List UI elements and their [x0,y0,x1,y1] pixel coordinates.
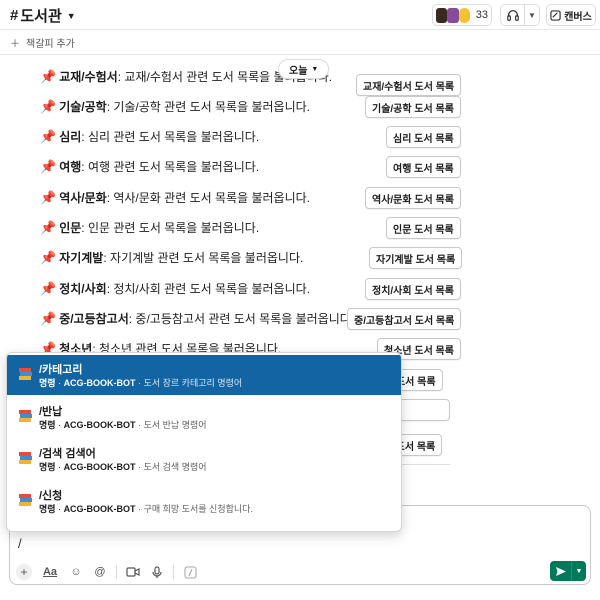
message-text: 📌 정치/사회: 정치/사회 관련 도서 목록을 불러옵니다. [40,280,311,297]
category-list-button[interactable]: 자기계발 도서 목록 [369,247,463,269]
message-row: 📌 인문: 인문 관련 도서 목록을 불러옵니다. 인문 도서 목록 [0,215,600,241]
date-divider-pill[interactable]: 오늘 ▼ [278,59,330,79]
headphones-icon[interactable] [501,5,525,25]
avatar [447,7,459,23]
chevron-down-icon[interactable]: ▼ [572,568,586,575]
pushpin-icon: 📌 [40,68,57,84]
slash-command-popup: /카테고리 명령 · ACG-BOOK-BOT · 도서 장르 카테고리 명령어… [6,352,402,532]
books-icon [19,368,32,380]
message-row: 📌 역사/문화: 역사/문화 관련 도서 목록을 불러옵니다. 역사/문화 도서 … [0,185,600,211]
category-list-button[interactable]: 정치/사회 도서 목록 [365,278,461,300]
message-row: 📌 여행: 여행 관련 도서 목록을 불러옵니다. 여행 도서 목록 [0,154,600,180]
send-button[interactable]: ▼ [550,561,586,581]
huddle-button[interactable]: ▼ [500,4,540,26]
canvas-button[interactable]: 캔버스 [546,4,596,26]
emoji-icon[interactable]: ☺ [68,564,84,580]
slash-command-icon[interactable] [182,564,198,580]
channel-header: # 도서관 ▼ 33 ▼ 캔버스 [0,0,600,30]
canvas-label: 캔버스 [564,11,592,23]
send-icon[interactable] [550,561,572,581]
chevron-down-icon: ▼ [66,10,76,21]
pushpin-icon: 📌 [40,128,57,144]
message-text: 📌 심리: 심리 관련 도서 목록을 불러옵니다. [40,128,260,145]
message-text: 📌 기술/공학: 기술/공학 관련 도서 목록을 불러옵니다. [40,98,311,115]
category-list-button[interactable]: 심리 도서 목록 [386,126,461,148]
chevron-down-icon[interactable]: ▼ [525,11,539,20]
divider [173,565,174,579]
format-text-icon[interactable]: Aa [40,564,60,580]
command-option[interactable]: /카테고리 명령 · ACG-BOOK-BOT · 도서 장르 카테고리 명령어 [7,355,401,395]
command-option[interactable]: /반납 명령 · ACG-BOOK-BOT · 도서 반납 명령어 [7,397,401,437]
pushpin-icon: 📌 [40,310,57,326]
microphone-icon[interactable] [149,564,165,580]
message-row: 📌 자기계발: 자기계발 관련 도서 목록을 불러옵니다. 자기계발 도서 목록 [0,245,600,271]
category-list-button[interactable]: 여행 도서 목록 [386,156,461,178]
message-row: 📌 기술/공학: 기술/공학 관련 도서 목록을 불러옵니다. 기술/공학 도서 … [0,94,600,120]
command-option[interactable]: /검색 검색어 명령 · ACG-BOOK-BOT · 도서 검색 명령어 [7,439,401,479]
category-list-button[interactable]: 교재/수험서 도서 목록 [356,74,462,96]
message-text: 📌 중/고등참고서: 중/고등참고서 관련 도서 목록을 불러옵니다. [40,310,355,327]
command-option[interactable]: /신청 명령 · ACG-BOOK-BOT · 구매 희망 도서를 신청합니다. [7,481,401,521]
divider [116,565,117,579]
channel-hash: # [10,7,19,24]
chevron-down-icon: ▼ [311,65,319,73]
pushpin-icon: 📌 [40,219,57,235]
member-list-button[interactable]: 33 [432,4,492,26]
books-icon [19,410,32,422]
composer-toolbar: + Aa ☺ @ [16,562,584,582]
books-icon [19,494,32,506]
pushpin-icon: 📌 [40,249,57,265]
bookmark-label: 책갈피 추가 [26,39,75,50]
message-row: 📌 정치/사회: 정치/사회 관련 도서 목록을 불러옵니다. 정치/사회 도서 … [0,276,600,302]
bookmark-bar[interactable]: ＋ 책갈피 추가 [0,31,600,55]
category-list-button[interactable]: 중/고등참고서 도서 목록 [347,308,462,330]
category-list-button[interactable]: 역사/문화 도서 목록 [365,187,461,209]
canvas-icon [550,9,561,21]
message-text: 📌 인문: 인문 관련 도서 목록을 불러옵니다. [40,219,260,236]
category-list-button[interactable]: 기술/공학 도서 목록 [365,96,461,118]
pushpin-icon: 📌 [40,189,57,205]
category-list-button[interactable]: 인문 도서 목록 [386,217,461,239]
books-icon [19,452,32,464]
message-input[interactable]: / [18,536,22,551]
mention-icon[interactable]: @ [92,564,108,580]
video-icon[interactable] [125,564,141,580]
avatar [458,7,470,23]
avatar [436,7,448,23]
message-text: 📌 자기계발: 자기계발 관련 도서 목록을 불러옵니다. [40,249,304,266]
pushpin-icon: 📌 [40,98,57,114]
channel-name: 도서관 [20,8,62,25]
channel-title[interactable]: # 도서관 ▼ [10,5,76,26]
message-row: 📌 심리: 심리 관련 도서 목록을 불러옵니다. 심리 도서 목록 [0,124,600,150]
message-text: 📌 역사/문화: 역사/문화 관련 도서 목록을 불러옵니다. [40,189,311,206]
pushpin-icon: 📌 [40,280,57,296]
message-row: 📌 중/고등참고서: 중/고등참고서 관련 도서 목록을 불러옵니다. 중/고등참… [0,306,600,332]
message-text: 📌 여행: 여행 관련 도서 목록을 불러옵니다. [40,158,260,175]
member-count: 33 [475,9,488,21]
plus-icon[interactable]: + [16,564,32,580]
plus-icon: ＋ [10,39,20,50]
pushpin-icon: 📌 [40,158,57,174]
